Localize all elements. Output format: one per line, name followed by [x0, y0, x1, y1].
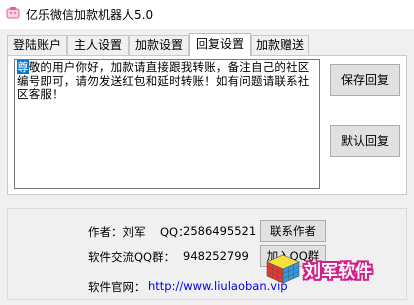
tab-topup-settings[interactable]: 加款设置	[129, 35, 189, 55]
watermark-text: 刘军软件	[304, 262, 372, 282]
reply-settings-panel: 尊敬的用户你好，加款请直接跟我转账，备注自己的社区编号即可，请勿发送红包和延时转…	[7, 55, 407, 195]
reply-message-textarea[interactable]: 尊敬的用户你好，加款请直接跟我转账，备注自己的社区编号即可，请勿发送红包和延时转…	[14, 59, 320, 189]
window-title: 亿乐微信加款机器人5.0	[26, 8, 154, 22]
save-reply-button[interactable]: 保存回复	[330, 64, 400, 96]
tab-owner-settings[interactable]: 主人设置	[67, 35, 129, 55]
title-bar: 亿乐微信加款机器人5.0	[0, 0, 414, 29]
watermark: 刘军软件	[266, 252, 406, 286]
rubiks-cube-icon	[266, 254, 300, 284]
qq-value: 2586495521	[183, 224, 257, 238]
website-label: 软件官网：	[88, 280, 146, 294]
reply-message-text: 尊敬的用户你好，加款请直接跟我转账，备注自己的社区编号即可，请勿发送红包和延时转…	[17, 60, 317, 102]
selected-character: 尊	[17, 60, 29, 74]
author-label: 作者：刘军	[88, 225, 146, 239]
contact-author-button[interactable]: 联系作者	[260, 220, 326, 242]
app-icon	[6, 7, 20, 19]
qq-group-label: 软件交流QQ群：	[88, 250, 176, 264]
tab-reply-settings[interactable]: 回复设置	[189, 33, 251, 56]
default-reply-button[interactable]: 默认回复	[330, 125, 400, 157]
tab-topup-bonus[interactable]: 加款赠送	[251, 35, 309, 55]
qq-group-value: 948252799	[183, 249, 249, 263]
reply-message-body: 敬的用户你好，加款请直接跟我转账，备注自己的社区编号即可，请勿发送红包和延时转账…	[17, 60, 310, 101]
tab-login-account[interactable]: 登陆账户	[7, 35, 67, 55]
